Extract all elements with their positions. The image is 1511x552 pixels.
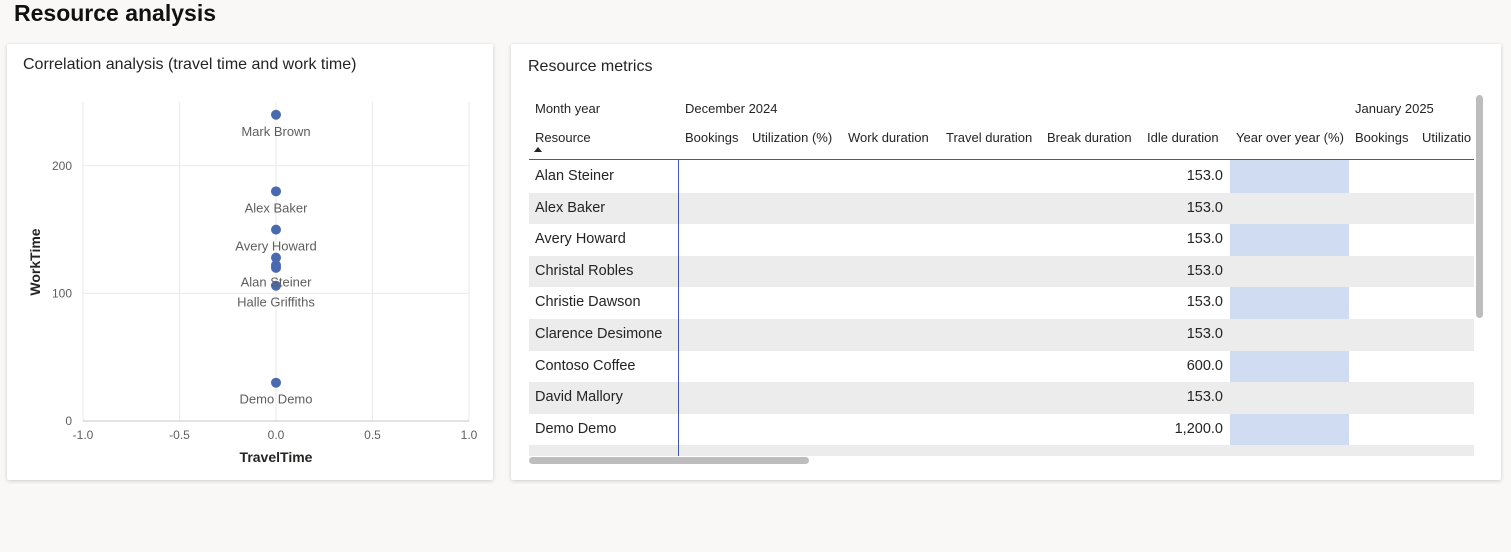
- resource-name-cell: David Mallory: [535, 389, 623, 406]
- x-tick-label: 1.0: [461, 428, 478, 442]
- y-tick-label: 200: [52, 159, 72, 173]
- header-divider: [529, 159, 1474, 160]
- x-tick-label: -0.5: [169, 428, 190, 442]
- table-row[interactable]: Avery Howard 153.0: [529, 224, 1474, 256]
- resource-name-cell: Demo Demo: [535, 420, 617, 437]
- point-data-label: Alan Steiner: [241, 274, 312, 289]
- resource-name-cell: Avery Howard: [535, 231, 626, 248]
- y-tick-label: 0: [65, 414, 72, 428]
- col-header-bookings-jan[interactable]: Bookings: [1355, 130, 1408, 145]
- col-header-bookings[interactable]: Bookings: [685, 130, 738, 145]
- scatter-chart-card[interactable]: Correlation analysis (travel time and wo…: [7, 44, 493, 480]
- resource-name-cell: Christal Robles: [535, 262, 634, 279]
- col-header-break-duration[interactable]: Break duration: [1047, 130, 1132, 145]
- x-tick-label: -1.0: [73, 428, 94, 442]
- scatter-point[interactable]: [271, 186, 281, 197]
- header-row-columns: Resource Bookings Utilization (%) Work d…: [529, 124, 1474, 150]
- col-header-travel-duration[interactable]: Travel duration: [946, 130, 1032, 145]
- idle-duration-cell: 1,200.0: [1174, 420, 1223, 437]
- idle-duration-cell: 600.0: [1186, 357, 1223, 374]
- col-header-resource[interactable]: Resource: [535, 130, 591, 145]
- y-tick-label: 100: [52, 286, 72, 300]
- scatter-point[interactable]: [271, 377, 281, 388]
- point-data-label: Mark Brown: [241, 124, 310, 139]
- resource-metrics-table[interactable]: Month year December 2024 January 2025 Re…: [529, 94, 1474, 456]
- resource-name-cell: Clarence Desimone: [535, 326, 663, 342]
- table-row[interactable]: Demo Demo 1,200.0: [529, 414, 1474, 446]
- idle-duration-cell: 153.0: [1186, 168, 1223, 184]
- horizontal-scrollbar[interactable]: [529, 457, 809, 464]
- scatter-point[interactable]: [271, 262, 281, 273]
- month-january-2025[interactable]: January 2025: [1355, 101, 1434, 116]
- y-axis-title: WorkTime: [27, 228, 43, 295]
- idle-duration-cell: 153.0: [1186, 389, 1223, 406]
- col-header-work-duration[interactable]: Work duration: [848, 130, 929, 145]
- resource-name-cell: Christie Dawson: [535, 294, 641, 311]
- table-row[interactable]: David Mallory 153.0: [529, 382, 1474, 414]
- idle-duration-cell: 153.0: [1186, 326, 1223, 342]
- table-row[interactable]: Christal Robles 153.0: [529, 255, 1474, 288]
- resource-name-cell: Alex Baker: [535, 199, 606, 216]
- resource-metrics-card[interactable]: Resource metrics Month year December 202…: [511, 44, 1501, 480]
- x-axis-title: TravelTime: [240, 449, 313, 465]
- table-row[interactable]: Alex Baker 153.0: [529, 192, 1474, 225]
- col-header-utilization-jan[interactable]: Utilizatio: [1422, 130, 1471, 145]
- vertical-scrollbar[interactable]: [1476, 95, 1483, 318]
- page-title: Resource analysis: [14, 0, 217, 26]
- scatter-point[interactable]: [271, 109, 281, 120]
- month-year-label: Month year: [535, 101, 601, 116]
- scatter-point[interactable]: [271, 224, 281, 235]
- x-tick-label: 0.0: [268, 428, 285, 442]
- col-header-utilization[interactable]: Utilization (%): [752, 130, 832, 145]
- point-data-label: Avery Howard: [235, 239, 316, 254]
- month-december-2024[interactable]: December 2024: [685, 101, 778, 116]
- table-row[interactable]: Contoso Coffee 600.0: [529, 351, 1474, 383]
- resource-name-cell: Alan Steiner: [535, 168, 614, 184]
- col-header-yoy[interactable]: Year over year (%): [1236, 130, 1344, 145]
- x-tick-label: 0.5: [364, 428, 381, 442]
- idle-duration-cell: 153.0: [1186, 262, 1223, 279]
- table-row[interactable]: Clarence Desimone 153.0: [529, 319, 1474, 351]
- idle-duration-cell: 153.0: [1186, 231, 1223, 248]
- point-data-label: Alex Baker: [245, 200, 309, 215]
- resource-name-cell: Contoso Coffee: [535, 357, 636, 374]
- point-data-label: Demo Demo: [240, 392, 313, 407]
- table-row[interactable]: Christie Dawson 153.0: [529, 287, 1474, 319]
- table-row-partial[interactable]: [529, 445, 1474, 456]
- resource-metrics-title: Resource metrics: [528, 58, 653, 75]
- table-row[interactable]: Alan Steiner 153.0: [529, 161, 1474, 193]
- frozen-column-divider: [678, 160, 679, 456]
- scatter-chart[interactable]: -1.0 -0.5 0.0 0.5 1.0 0 100 200 Mark Brown Alex …: [7, 44, 493, 480]
- point-data-label: Halle Griffiths: [237, 295, 315, 310]
- header-row-month: Month year December 2024 January 2025: [529, 95, 1474, 121]
- idle-duration-cell: 153.0: [1186, 294, 1223, 311]
- col-header-idle-duration[interactable]: Idle duration: [1147, 130, 1219, 145]
- idle-duration-cell: 153.0: [1186, 199, 1223, 216]
- sort-ascending-icon[interactable]: [534, 147, 542, 152]
